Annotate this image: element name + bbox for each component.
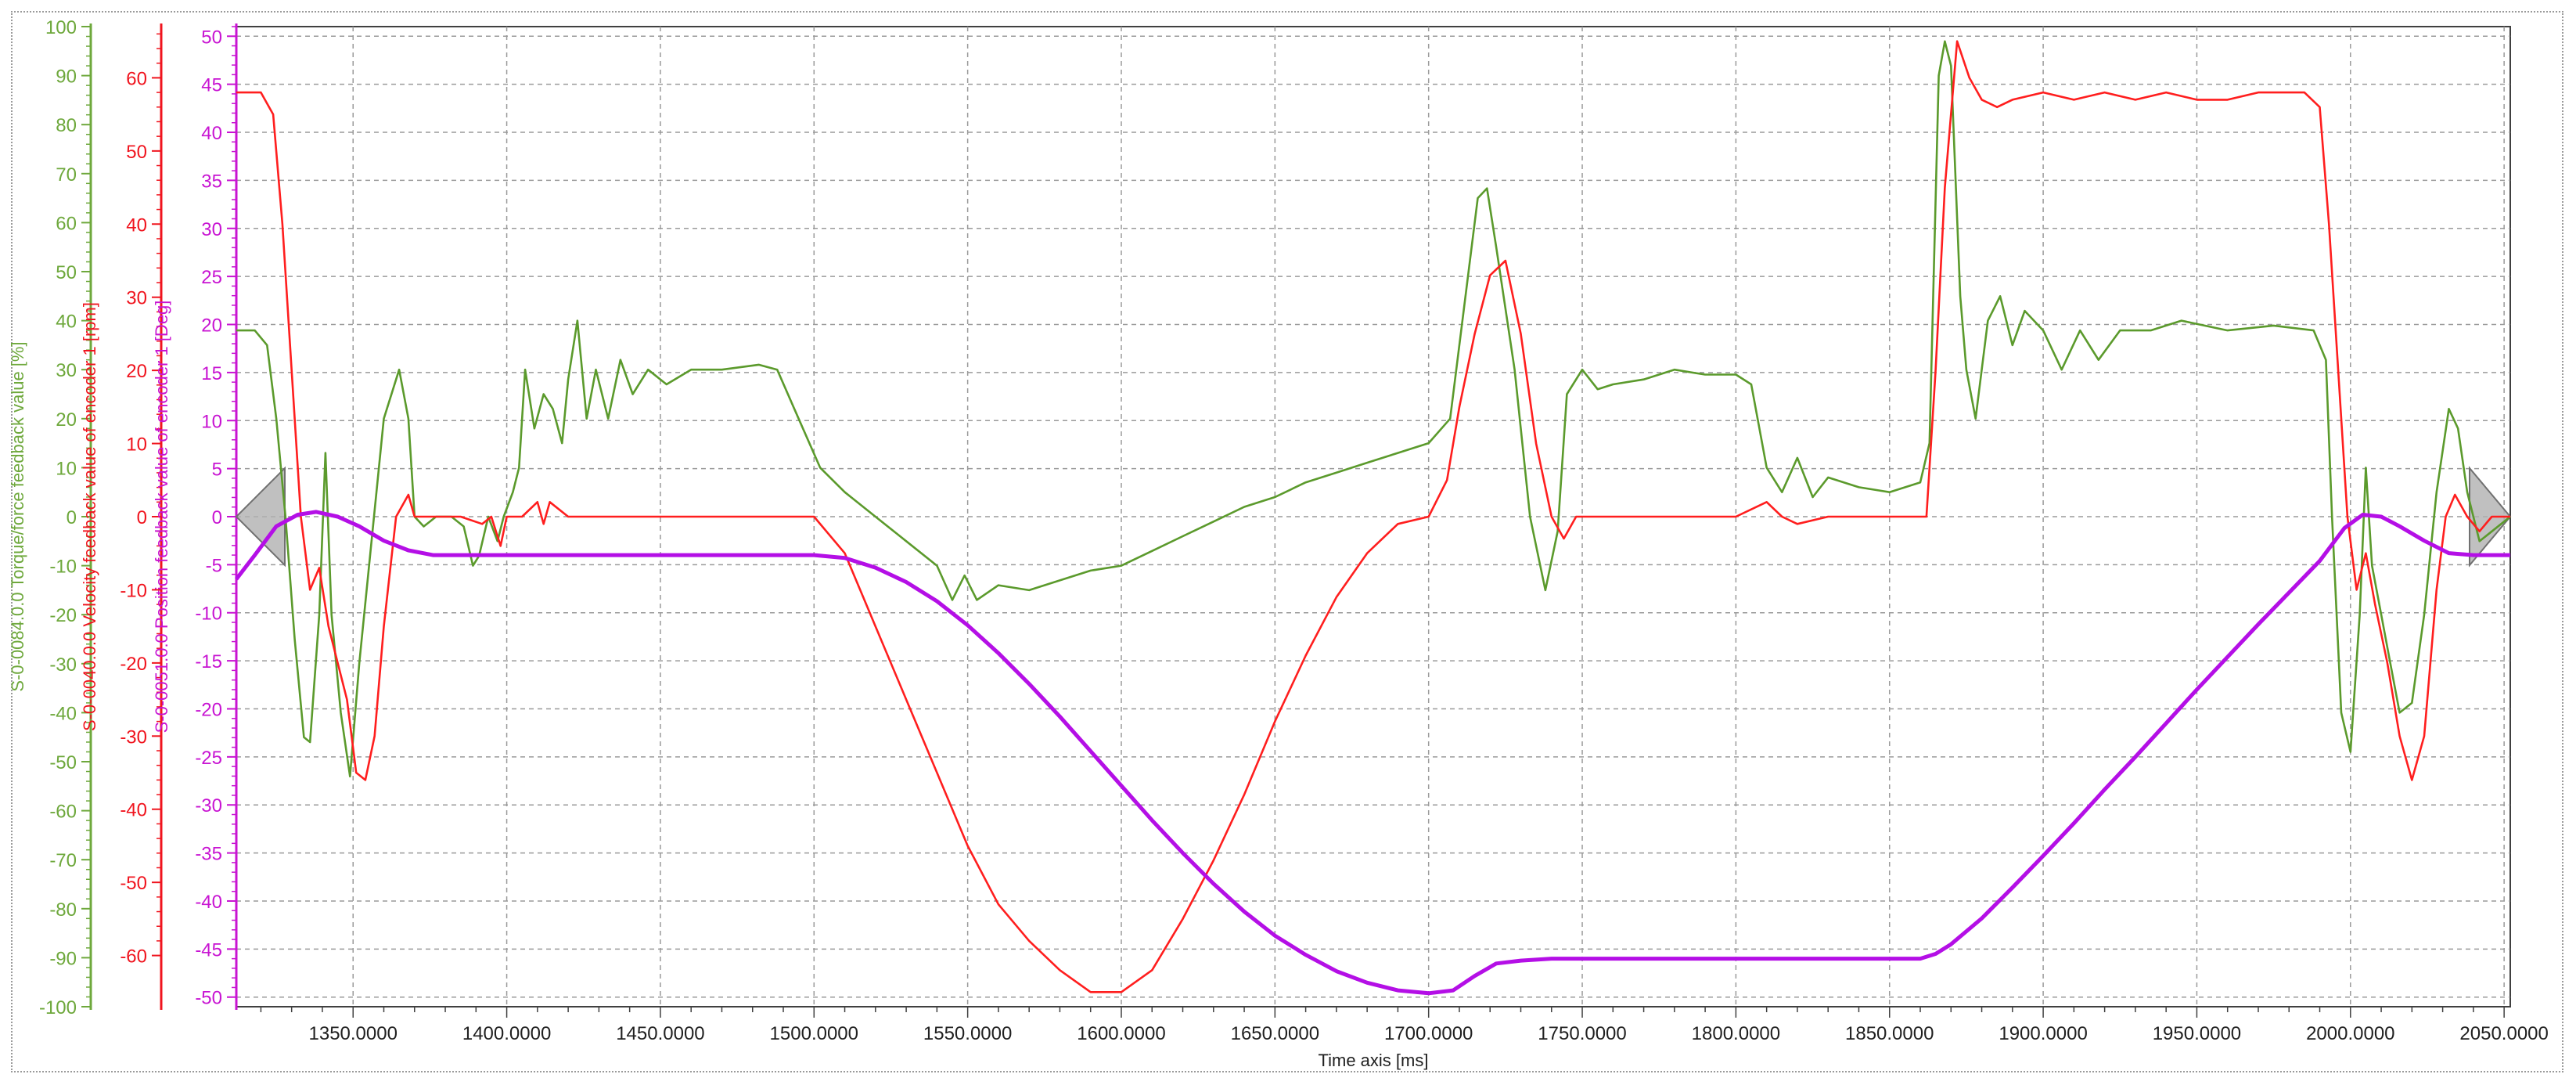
- x-tick-label: 1450.0000: [616, 1023, 704, 1044]
- y-tick-label-position: -10: [195, 604, 222, 625]
- y-tick-label-torque: 20: [56, 409, 77, 431]
- y-tick-label-torque: -30: [49, 654, 77, 676]
- y-tick-label-position: 15: [201, 363, 222, 384]
- x-tick-label: 1350.0000: [309, 1023, 398, 1044]
- x-tick-label: 1950.0000: [2153, 1023, 2241, 1044]
- y-axis-label-torque: S-0-0084.0.0 Torque/force feedback value…: [8, 341, 27, 691]
- x-tick-label: 2050.0000: [2459, 1023, 2548, 1044]
- y-tick-label-torque: 0: [67, 507, 77, 528]
- y-tick-label-velocity: -50: [120, 873, 147, 894]
- x-tick-label: 2000.0000: [2306, 1023, 2394, 1044]
- y-tick-label-position: 20: [201, 315, 222, 337]
- y-tick-label-position: -50: [195, 988, 222, 1009]
- y-tick-label-velocity: 40: [126, 214, 147, 236]
- y-tick-label-torque: -50: [49, 752, 77, 773]
- y-tick-label-torque: 90: [56, 67, 77, 88]
- x-tick-label: 1700.0000: [1384, 1023, 1473, 1044]
- y-axis-label-position: S-0-0051.0.0 Position feedback value of …: [152, 301, 171, 734]
- y-tick-label-torque: -60: [49, 802, 77, 823]
- y-tick-label-position: 5: [212, 460, 222, 481]
- y-tick-label-velocity: -20: [120, 654, 147, 675]
- x-axis: 1350.0000 1400.0000 1450.0000 1500.0000 1550…: [260, 1007, 2549, 1070]
- y-axis-label-velocity: S-0-0040.0.0 Velocity feedback value of …: [80, 302, 99, 731]
- y-tick-label-torque: -20: [49, 605, 77, 626]
- line-chart: -100-90-80-70-60-50-40-30-20-10010203040…: [8, 17, 2549, 1070]
- y-tick-label-torque: 80: [56, 115, 77, 136]
- y-tick-label-position: 30: [201, 219, 222, 240]
- y-tick-label-velocity: -60: [120, 946, 147, 968]
- y-tick-label-position: -20: [195, 699, 222, 720]
- y-tick-label-torque: 30: [56, 360, 77, 381]
- y-tick-label-position: -5: [206, 555, 222, 576]
- x-tick-label: 1550.0000: [923, 1023, 1012, 1044]
- x-axis-label: Time axis [ms]: [1319, 1051, 1429, 1070]
- y-tick-label-position: 35: [201, 171, 222, 192]
- y-tick-label-torque: 40: [56, 312, 77, 333]
- y-tick-label-velocity: -30: [120, 726, 147, 748]
- x-tick-label: 1750.0000: [1538, 1023, 1626, 1044]
- y-tick-label-torque: -100: [39, 997, 77, 1018]
- y-tick-label-velocity: 20: [126, 361, 147, 382]
- y-tick-label-torque: -70: [49, 850, 77, 871]
- y-tick-label-position: -45: [195, 939, 222, 961]
- x-tick-label: 1400.0000: [462, 1023, 551, 1044]
- x-tick-label: 1500.0000: [770, 1023, 858, 1044]
- y-tick-label-position: 45: [201, 75, 222, 96]
- y-tick-label-torque: 60: [56, 213, 77, 234]
- y-tick-label-torque: 100: [45, 17, 77, 38]
- y-tick-label-position: 40: [201, 123, 222, 144]
- y-tick-label-position: 10: [201, 411, 222, 432]
- y-tick-label-velocity: 60: [126, 68, 147, 89]
- y-tick-label-position: 50: [201, 27, 222, 48]
- x-tick-label: 1650.0000: [1231, 1023, 1319, 1044]
- y-tick-label-position: 0: [212, 507, 222, 528]
- x-tick-label: 1850.0000: [1845, 1023, 1934, 1044]
- y-tick-label-torque: 50: [56, 262, 77, 283]
- x-tick-label: 1600.0000: [1077, 1023, 1165, 1044]
- y-tick-label-torque: -90: [49, 948, 77, 969]
- x-tick-label: 1900.0000: [1999, 1023, 2087, 1044]
- y-tick-label-torque: -10: [49, 557, 77, 578]
- y-tick-label-position: -30: [195, 795, 222, 816]
- y-tick-label-position: -40: [195, 892, 222, 913]
- y-tick-label-torque: -80: [49, 899, 77, 921]
- y-tick-label-velocity: 30: [126, 288, 147, 309]
- y-tick-label-position: -15: [195, 651, 222, 672]
- y-tick-label-position: -35: [195, 844, 222, 865]
- y-tick-label-torque: 70: [56, 164, 77, 186]
- y-tick-label-torque: -40: [49, 703, 77, 724]
- axes: -100-90-80-70-60-50-40-30-20-10010203040…: [8, 17, 238, 1018]
- y-tick-label-velocity: -40: [120, 800, 147, 821]
- y-tick-label-torque: 10: [56, 458, 77, 479]
- y-tick-label-velocity: 0: [137, 507, 147, 528]
- y-tick-label-velocity: 10: [126, 434, 147, 456]
- y-tick-label-velocity: 50: [126, 142, 147, 163]
- y-tick-label-position: -25: [195, 748, 222, 769]
- x-tick-label: 1800.0000: [1692, 1023, 1780, 1044]
- y-tick-label-position: 25: [201, 267, 222, 288]
- y-tick-label-velocity: -10: [120, 580, 147, 601]
